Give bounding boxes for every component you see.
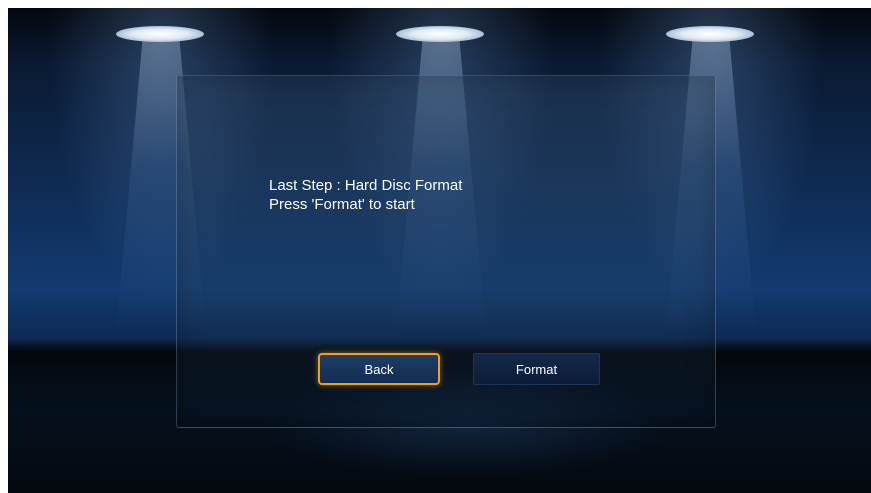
back-button-label: Back [364,361,394,377]
back-button[interactable]: Back [318,353,440,385]
spotlight-left [116,26,204,42]
spotlight-right [666,26,754,42]
spotlight-center [396,26,484,42]
format-button[interactable]: Format [473,353,600,385]
dialog-message: Last Step : Hard Disc Format Press 'Form… [269,176,462,214]
message-title: Last Step : Hard Disc Format [269,177,463,194]
format-button-label: Format [515,361,558,377]
message-instruction: Press 'Format' to start [269,196,415,213]
format-dialog: Last Step : Hard Disc Format Press 'Form… [176,75,716,428]
setup-screen: Last Step : Hard Disc Format Press 'Form… [8,8,871,493]
